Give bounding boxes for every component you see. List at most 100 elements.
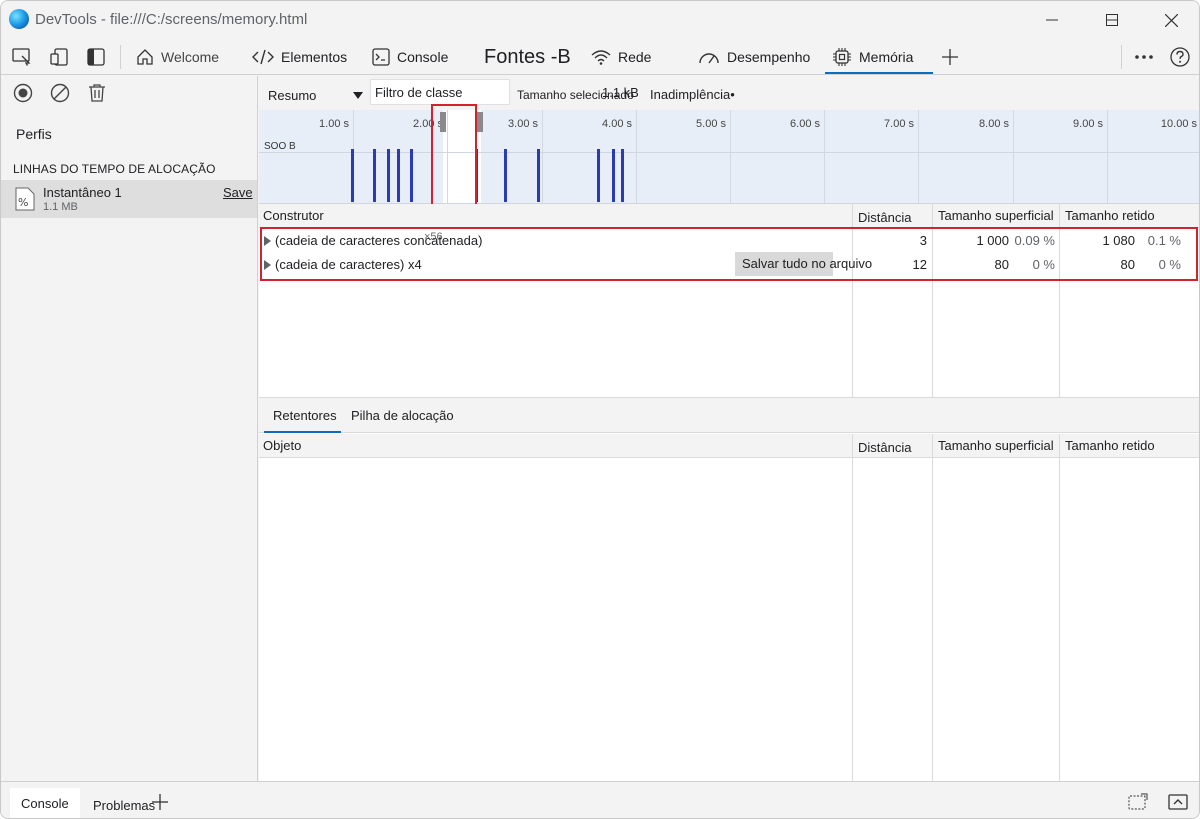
code-icon [252,49,274,65]
close-button[interactable] [1142,1,1199,39]
drawer-bar: Console Problemas [1,781,1199,818]
add-drawer-tab-plus-icon[interactable] [149,792,171,812]
close-icon [1164,13,1178,27]
drawer-tab-issues[interactable]: Problemas [93,790,155,818]
timeline-tick-label: 8.00 s [979,118,1009,130]
col-shallow-size[interactable]: Tamanho superficial [938,208,1054,223]
edge-logo-icon [9,9,29,29]
title-bar: DevTools - file:///C:/screens/memory.htm… [1,1,1199,39]
col-retained-size[interactable]: Tamanho retido [1065,438,1155,453]
col-shallow-size[interactable]: Tamanho superficial [938,438,1054,453]
chevron-down-icon [353,92,363,99]
default-label: Inadimplência• [650,87,735,102]
tab-elements[interactable]: Elementos [252,39,347,75]
timeline-tick-label: 10.00 s [1160,118,1197,130]
tab-memory-label: Memória [859,49,914,65]
tab-sources[interactable]: Fontes -B [484,39,571,75]
col-retained-size[interactable]: Tamanho retido [1065,208,1155,223]
record-button[interactable] [12,82,34,104]
minimize-button[interactable] [1023,1,1081,39]
tab-welcome[interactable]: Welcome [136,39,219,75]
snapshot-item[interactable]: % Instantâneo 1 1.1 MB Save [1,180,257,218]
timeline-gridline [1107,110,1108,203]
timeline-tick-label: 9.00 s [1073,118,1103,130]
tab-retainers[interactable]: Retentores [264,398,341,433]
memory-main-panel: Resumo Filtro de classe Tamanho selecion… [259,76,1199,781]
timeline-memory-label: SOO B [264,141,296,152]
allocation-bar [621,149,624,202]
highlight-box-rows [260,227,1198,281]
allocation-bar [410,149,413,202]
maximize-icon [1106,14,1118,26]
maximize-button[interactable] [1083,1,1141,39]
timeline-gridline [636,110,637,203]
view-select[interactable]: Resumo [265,82,367,106]
timeline-tick-label: 5.00 s [696,118,726,130]
selected-size-value: 1.1 kB [602,85,639,100]
inspect-element-icon[interactable] [11,47,33,67]
col-distance[interactable]: Distância [858,440,911,455]
column-divider [1059,434,1060,781]
tab-console[interactable]: Console [372,39,448,75]
allocation-bar [612,149,615,202]
timeline-tick-label: 3.00 s [508,118,538,130]
profiles-toolbar [1,76,258,110]
allocation-timeline[interactable]: SOO B 1.00 s 2.00 s 3.00 s 4.00 s 5.00 s 6.00… [259,110,1199,204]
tab-elements-label: Elementos [281,49,348,65]
timeline-gridline [730,110,731,203]
more-options-icon[interactable] [1133,47,1155,67]
timeline-tick-label: 4.00 s [602,118,632,130]
allocation-bar [537,149,540,202]
trash-icon [89,84,105,102]
tab-console-label: Console [397,49,449,65]
home-icon [137,49,153,65]
tab-welcome-label: Welcome [161,49,220,65]
tab-performance[interactable]: Desempenho [698,39,810,75]
allocation-bar [597,149,600,202]
drawer-tab-console[interactable]: Console [10,788,80,818]
devtools-tab-bar: Welcome Elementos Console Fontes -B Rede… [1,39,1199,75]
help-icon[interactable] [1169,47,1191,67]
allocation-bar [504,149,507,202]
memory-toolbar: Resumo Filtro de classe Tamanho selecion… [259,76,1199,110]
dock-side-icon[interactable] [85,47,107,67]
device-emulation-icon[interactable] [49,47,71,67]
tab-separator [1121,45,1122,69]
tab-network[interactable]: Rede [591,39,651,75]
snapshot-name: Instantâneo 1 [43,185,122,200]
record-icon [13,83,33,103]
dock-drawer-icon[interactable] [1127,792,1149,812]
selection-right-handle[interactable] [477,112,483,132]
highlight-box-selection [431,104,477,210]
profiles-sidebar: Perfis LINHAS DO TEMPO DE ALOCAÇÃO % Ins… [1,76,258,781]
allocation-bar [373,149,376,202]
snapshot-file-icon: % [15,187,35,211]
snapshot-size: 1.1 MB [43,201,78,213]
column-divider [932,434,933,781]
tab-network-label: Rede [618,49,652,65]
expand-drawer-icon[interactable] [1167,792,1189,812]
timeline-gridline [1013,110,1014,203]
tab-sources-label: Fontes -B [484,45,571,68]
snapshot-save-link[interactable]: Save [223,185,253,200]
more-tabs-plus-icon[interactable] [939,47,961,67]
retainers-tab-bar: Retentores Pilha de alocação [259,397,1199,433]
col-object[interactable]: Objeto [263,438,301,453]
timeline-gridline [542,110,543,203]
profiles-title: Perfis [16,126,52,142]
view-select-value: Resumo [268,88,317,103]
timeline-gridline [918,110,919,203]
gauge-icon [699,53,719,64]
tab-memory[interactable]: Memória [825,39,934,75]
class-filter-input[interactable]: Filtro de classe [370,79,510,105]
allocation-bar [397,149,400,202]
allocation-timelines-title: LINHAS DO TEMPO DE ALOCAÇÃO [13,162,216,176]
timeline-tick-label: 7.00 s [884,118,914,130]
garbage-collect-button[interactable] [86,82,108,104]
tab-allocation-stack[interactable]: Pilha de alocação [351,398,454,433]
col-distance[interactable]: Distância [858,210,911,225]
console-icon [372,48,390,66]
col-constructor[interactable]: Construtor [263,208,324,223]
timeline-tick-label: 6.00 s [790,118,820,130]
clear-button[interactable] [49,82,71,104]
